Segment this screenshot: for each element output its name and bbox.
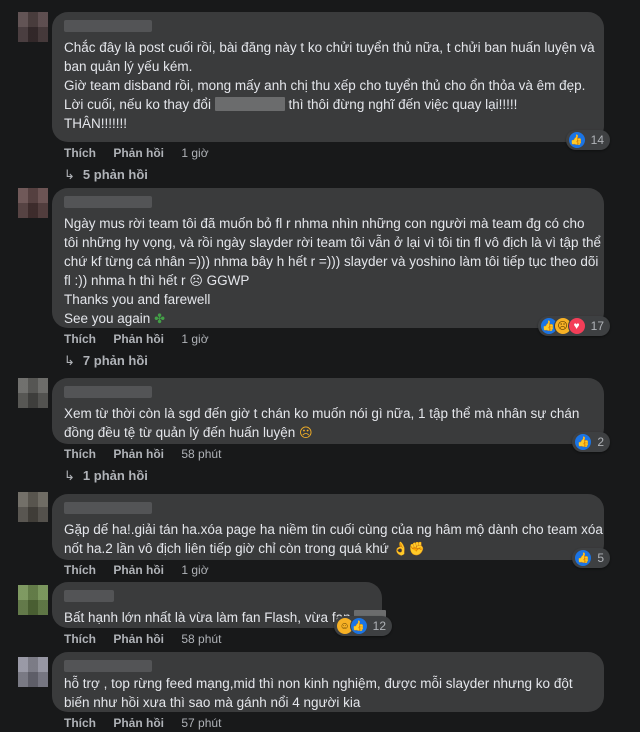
- fist-emoji: ✊: [408, 541, 425, 556]
- reply-link[interactable]: Phản hồi: [113, 332, 164, 346]
- reaction-count: 12: [372, 619, 386, 633]
- comment-bubble: Ngày mus rời team tôi đã muốn bỏ fl r nh…: [52, 188, 610, 336]
- blurred-text: [214, 97, 285, 111]
- comment-text: THÂN!!!!!!!: [64, 116, 128, 131]
- timestamp[interactable]: 1 giờ: [181, 332, 208, 346]
- blurred-author-name: [64, 20, 152, 32]
- avatar[interactable]: [18, 378, 48, 408]
- comment-text: chứ kf từng cá nhân =))) nhma bây h hết …: [64, 254, 599, 269]
- timestamp[interactable]: 1 giờ: [181, 146, 208, 160]
- comment-text: ban quản lý yếu kém.: [64, 59, 193, 74]
- blurred-author-name: [64, 660, 152, 672]
- ok-hand-emoji: 👌: [392, 541, 409, 556]
- reaction-summary[interactable]: 👍 14: [565, 130, 610, 150]
- like-link[interactable]: Thích: [64, 716, 96, 730]
- like-link[interactable]: Thích: [64, 447, 96, 461]
- reply-arrow-icon: ↳: [64, 468, 75, 483]
- reply-arrow-icon: ↳: [64, 353, 75, 368]
- comment-bubble: Chắc đây là post cuối rồi, bài đăng này …: [52, 12, 610, 150]
- like-reaction-icon: 👍: [574, 433, 593, 451]
- reply-arrow-icon: ↳: [64, 167, 75, 182]
- timestamp[interactable]: 1 giờ: [181, 563, 208, 577]
- like-reaction-icon: 👍: [349, 617, 368, 635]
- reply-link[interactable]: Phản hồi: [113, 447, 164, 461]
- comment-text: Xem từ thời còn là sgd đến giờ t chán ko…: [64, 406, 580, 421]
- reaction-summary[interactable]: 👍 2: [572, 432, 610, 452]
- comment-actions: Thích Phản hồi 1 giờ: [64, 146, 223, 160]
- reaction-summary[interactable]: 👍 5: [572, 548, 610, 568]
- view-replies[interactable]: ↳ 7 phản hồi: [64, 353, 148, 369]
- comment-actions: Thích Phản hồi 58 phút: [64, 632, 235, 646]
- view-replies[interactable]: ↳ 5 phản hồi: [64, 167, 148, 183]
- comment-text: Lời cuối, nếu ko thay đổi: [64, 97, 211, 112]
- reaction-count: 17: [590, 319, 604, 333]
- reaction-count: 5: [597, 551, 604, 565]
- blurred-author-name: [64, 386, 152, 398]
- comment-actions: Thích Phản hồi 1 giờ: [64, 563, 223, 577]
- like-link[interactable]: Thích: [64, 332, 96, 346]
- reaction-summary[interactable]: 👍 ☹ ♥ 17: [537, 316, 610, 336]
- timestamp[interactable]: 57 phút: [181, 716, 221, 730]
- blurred-author-name: [64, 502, 152, 514]
- comment-text: thì thôi đừng nghĩ đến việc quay lại!!!!…: [288, 97, 518, 112]
- blurred-author-name: [64, 590, 114, 602]
- comment-actions: Thích Phản hồi 57 phút: [64, 716, 235, 730]
- like-link[interactable]: Thích: [64, 146, 96, 160]
- comment-text: tôi những hy vọng, và rồi ngày slayder r…: [64, 235, 602, 250]
- reply-link[interactable]: Phản hồi: [113, 563, 164, 577]
- blurred-author-name: [64, 196, 152, 208]
- avatar[interactable]: [18, 12, 48, 42]
- reaction-count: 2: [597, 435, 604, 449]
- four-leaf-clover-emoji: ✤: [154, 311, 165, 326]
- comment-text: Giờ team disband rồi, mong mấy anh chị t…: [64, 78, 586, 93]
- comment-text: nốt ha.2 lần vô địch liên tiếp giờ chỉ c…: [64, 541, 389, 556]
- replies-count: 5 phản hồi: [82, 167, 148, 182]
- comment-text: đồng đều tệ từ quản lý đến huấn luyện: [64, 425, 296, 440]
- avatar[interactable]: [18, 585, 48, 615]
- comment-bubble: Gặp dế ha!.giải tán ha.xóa page ha niềm …: [52, 494, 610, 568]
- avatar[interactable]: [18, 657, 48, 687]
- timestamp[interactable]: 58 phút: [181, 447, 221, 461]
- reaction-summary[interactable]: ☺ 👍 12: [333, 616, 392, 636]
- avatar[interactable]: [18, 492, 48, 522]
- reply-link[interactable]: Phản hồi: [113, 146, 164, 160]
- comment-text: fl :)) nhma h thì hết r: [64, 273, 186, 288]
- comment-actions: Thích Phản hồi 1 giờ: [64, 332, 223, 346]
- love-reaction-icon: ♥: [567, 317, 586, 335]
- comment-text: GGWP: [206, 273, 250, 288]
- reaction-count: 14: [590, 133, 604, 147]
- disappointed-face-emoji: ☹: [299, 425, 313, 440]
- comment-text: Bất hạnh lớn nhất là vừa làm fan Flash, …: [64, 610, 351, 625]
- comment-bubble: Xem từ thời còn là sgd đến giờ t chán ko…: [52, 378, 610, 452]
- comment-text: Chắc đây là post cuối rồi, bài đăng này …: [64, 40, 595, 55]
- replies-count: 1 phản hồi: [82, 468, 148, 483]
- comment-text: See you again: [64, 311, 151, 326]
- replies-count: 7 phản hồi: [82, 353, 148, 368]
- like-link[interactable]: Thích: [64, 632, 96, 646]
- like-link[interactable]: Thích: [64, 563, 96, 577]
- frowning-face-emoji: ☹: [189, 273, 203, 288]
- reply-link[interactable]: Phản hồi: [113, 716, 164, 730]
- like-reaction-icon: 👍: [567, 131, 586, 149]
- comment-text: Ngày mus rời team tôi đã muốn bỏ fl r nh…: [64, 216, 585, 231]
- view-replies[interactable]: ↳ 1 phản hồi: [64, 468, 148, 484]
- comment-bubble: Bất hạnh lớn nhất là vừa làm fan Flash, …: [52, 582, 392, 636]
- comment-text: hỗ trợ , top rừng feed mạng,mid thì non …: [64, 676, 573, 691]
- comment-text: Gặp dế ha!.giải tán ha.xóa page ha niềm …: [64, 522, 603, 537]
- comment-text: biến như hồi xưa thì sao mà gánh nổi 4 n…: [64, 695, 361, 710]
- avatar[interactable]: [18, 188, 48, 218]
- comment-bubble: hỗ trợ , top rừng feed mạng,mid thì non …: [52, 652, 604, 712]
- like-reaction-icon: 👍: [574, 549, 593, 567]
- comment-text: Thanks you and farewell: [64, 292, 211, 307]
- comment-actions: Thích Phản hồi 58 phút: [64, 447, 235, 461]
- timestamp[interactable]: 58 phút: [181, 632, 221, 646]
- reply-link[interactable]: Phản hồi: [113, 632, 164, 646]
